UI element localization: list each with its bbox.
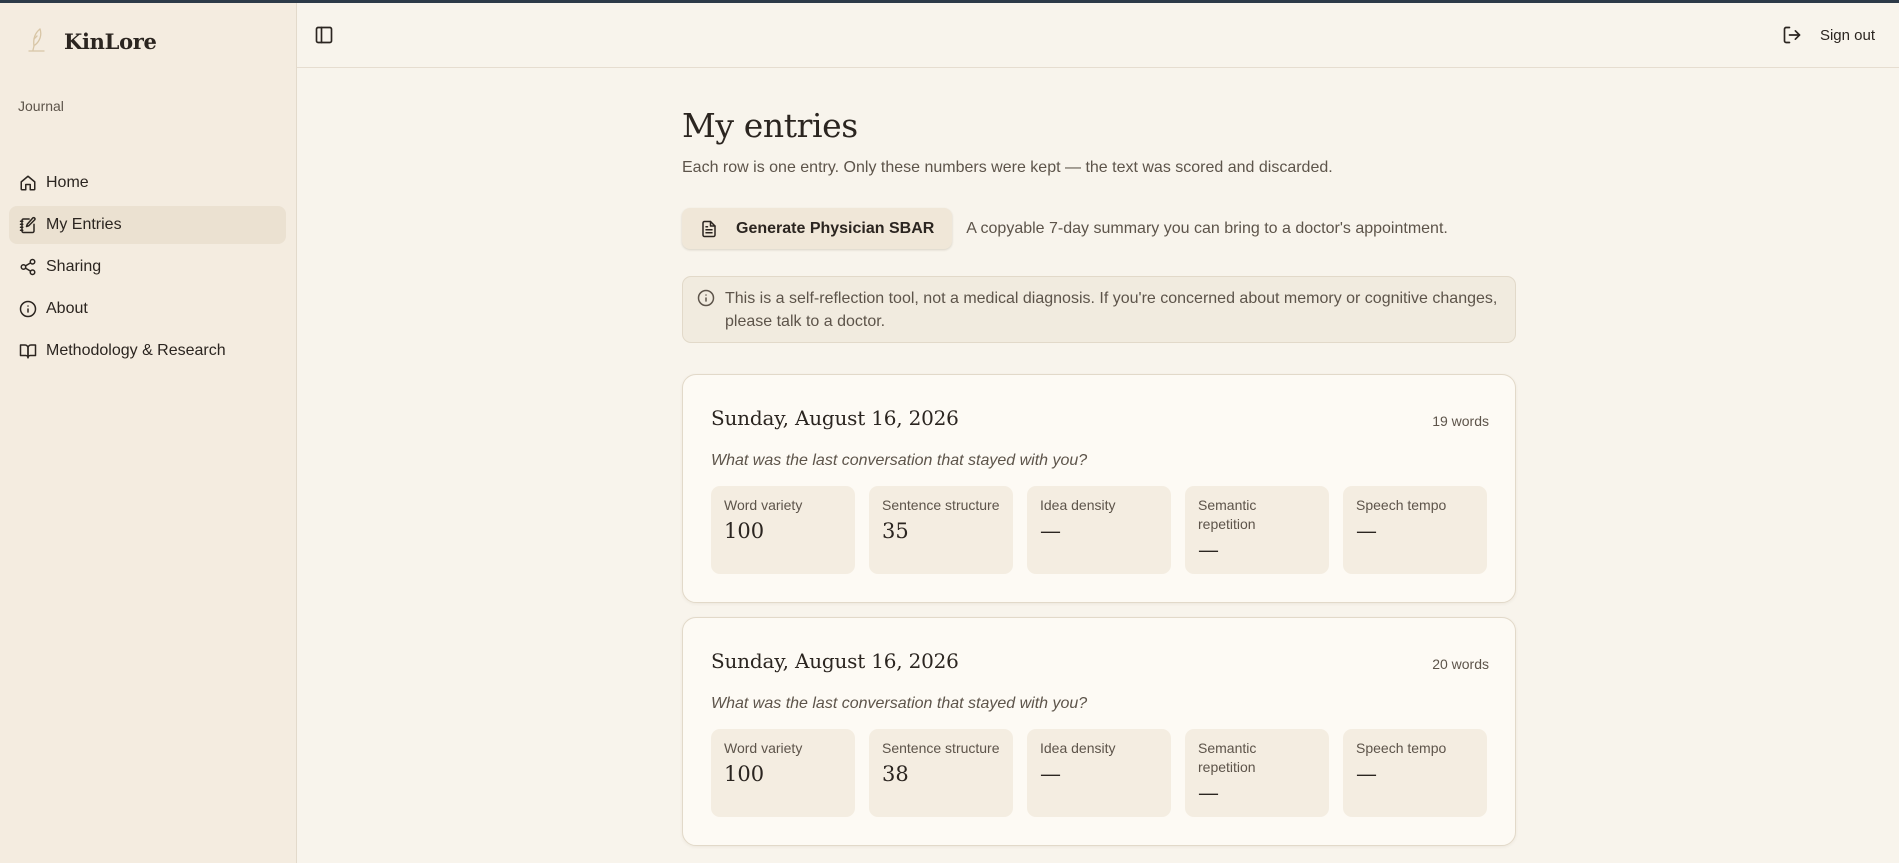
- metric-label: Speech tempo: [1356, 740, 1447, 756]
- entry-metrics: Word variety 100 Sentence structure 35 I…: [711, 486, 1487, 574]
- disclaimer-notice: This is a self-reflection tool, not a me…: [682, 276, 1516, 343]
- metric-semantic-repetition: Semantic repetition —: [1185, 729, 1329, 817]
- metric-sentence-structure: Sentence structure 35: [869, 486, 1013, 574]
- info-icon: [19, 300, 37, 318]
- share-icon: [20, 258, 36, 276]
- metric-value: —: [1040, 519, 1061, 543]
- file-text-icon: [702, 220, 716, 237]
- sidebar-item-about[interactable]: About: [9, 290, 286, 328]
- sidebar-item-label: Home: [46, 174, 89, 191]
- metric-label: Semantic repetition: [1198, 497, 1257, 532]
- metric-value: —: [1040, 762, 1061, 786]
- metric-value: —: [1198, 538, 1219, 562]
- sidebar-toggle-icon[interactable]: [314, 25, 334, 45]
- metric-speech-tempo: Speech tempo —: [1343, 486, 1487, 574]
- entry-prompt: What was the last conversation that stay…: [711, 695, 1088, 712]
- metric-value: 100: [724, 519, 765, 543]
- metric-value: 100: [724, 762, 765, 786]
- page-title: My entries: [682, 106, 858, 145]
- entry-card[interactable]: Sunday, August 16, 2026 20 words What wa…: [682, 617, 1516, 846]
- entry-word-count: 20 words: [1432, 656, 1489, 672]
- metric-value: —: [1356, 762, 1377, 786]
- disclaimer-text: This is a self-reflection tool, not a me…: [725, 290, 1498, 330]
- page-subtitle: Each row is one entry. Only these number…: [682, 159, 1333, 176]
- metric-value: —: [1356, 519, 1377, 543]
- log-out-icon: [1783, 26, 1801, 44]
- metric-label: Word variety: [724, 497, 803, 513]
- brand-name: KinLore: [64, 28, 157, 54]
- sidebar-item-label: Sharing: [46, 258, 102, 275]
- metric-label: Semantic repetition: [1198, 740, 1257, 775]
- entry-prompt: What was the last conversation that stay…: [711, 452, 1088, 469]
- metric-value: 35: [882, 519, 909, 543]
- quill-logo-icon: [28, 28, 45, 52]
- sidebar-item-my-entries[interactable]: My Entries: [9, 206, 286, 244]
- sbar-row: Generate Physician SBAR A copyable 7-day…: [682, 208, 1448, 249]
- sidebar-item-sharing[interactable]: Sharing: [9, 248, 286, 286]
- sbar-description: A copyable 7-day summary you can bring t…: [966, 219, 1448, 237]
- sign-out-button[interactable]: Sign out: [1782, 25, 1875, 45]
- entry-date: Sunday, August 16, 2026: [711, 406, 959, 430]
- sidebar-nav: Home My Entries Sharing About Methodolog…: [9, 164, 286, 374]
- metric-label: Sentence structure: [882, 740, 1000, 756]
- notebook-pen-icon: [19, 216, 36, 234]
- home-icon: [20, 175, 36, 191]
- sidebar-item-methodology[interactable]: Methodology & Research: [9, 332, 286, 370]
- sidebar-item-label: My Entries: [46, 216, 122, 233]
- sign-out-label: Sign out: [1819, 26, 1875, 44]
- entry-card[interactable]: Sunday, August 16, 2026 19 words What wa…: [682, 374, 1516, 603]
- entry-date: Sunday, August 16, 2026: [711, 649, 959, 673]
- metric-word-variety: Word variety 100: [711, 486, 855, 574]
- sidebar-item-label: Methodology & Research: [46, 342, 226, 359]
- top-bar: Sign out: [297, 3, 1899, 68]
- nav-group-label: Journal: [18, 98, 64, 114]
- sidebar-item-home[interactable]: Home: [9, 164, 286, 202]
- metric-speech-tempo: Speech tempo —: [1343, 729, 1487, 817]
- metric-word-variety: Word variety 100: [711, 729, 855, 817]
- metric-label: Sentence structure: [882, 497, 1000, 513]
- generate-sbar-label: Generate Physician SBAR: [736, 219, 935, 237]
- entry-metrics: Word variety 100 Sentence structure 38 I…: [711, 729, 1487, 817]
- entry-word-count: 19 words: [1432, 413, 1489, 429]
- metric-value: 38: [882, 762, 909, 786]
- metric-semantic-repetition: Semantic repetition —: [1185, 486, 1329, 574]
- sidebar: KinLore Journal Home My Entries Sharing: [0, 3, 297, 863]
- sidebar-item-label: About: [46, 300, 88, 317]
- metric-label: Word variety: [724, 740, 803, 756]
- metric-sentence-structure: Sentence structure 38: [869, 729, 1013, 817]
- generate-sbar-button[interactable]: Generate Physician SBAR: [682, 208, 953, 249]
- metric-label: Idea density: [1040, 740, 1116, 756]
- metric-label: Idea density: [1040, 497, 1116, 513]
- metric-idea-density: Idea density —: [1027, 486, 1171, 574]
- brand[interactable]: KinLore: [26, 27, 157, 55]
- info-icon: [697, 289, 715, 307]
- metric-value: —: [1198, 781, 1219, 805]
- metric-idea-density: Idea density —: [1027, 729, 1171, 817]
- book-open-icon: [19, 344, 37, 359]
- metric-label: Speech tempo: [1356, 497, 1447, 513]
